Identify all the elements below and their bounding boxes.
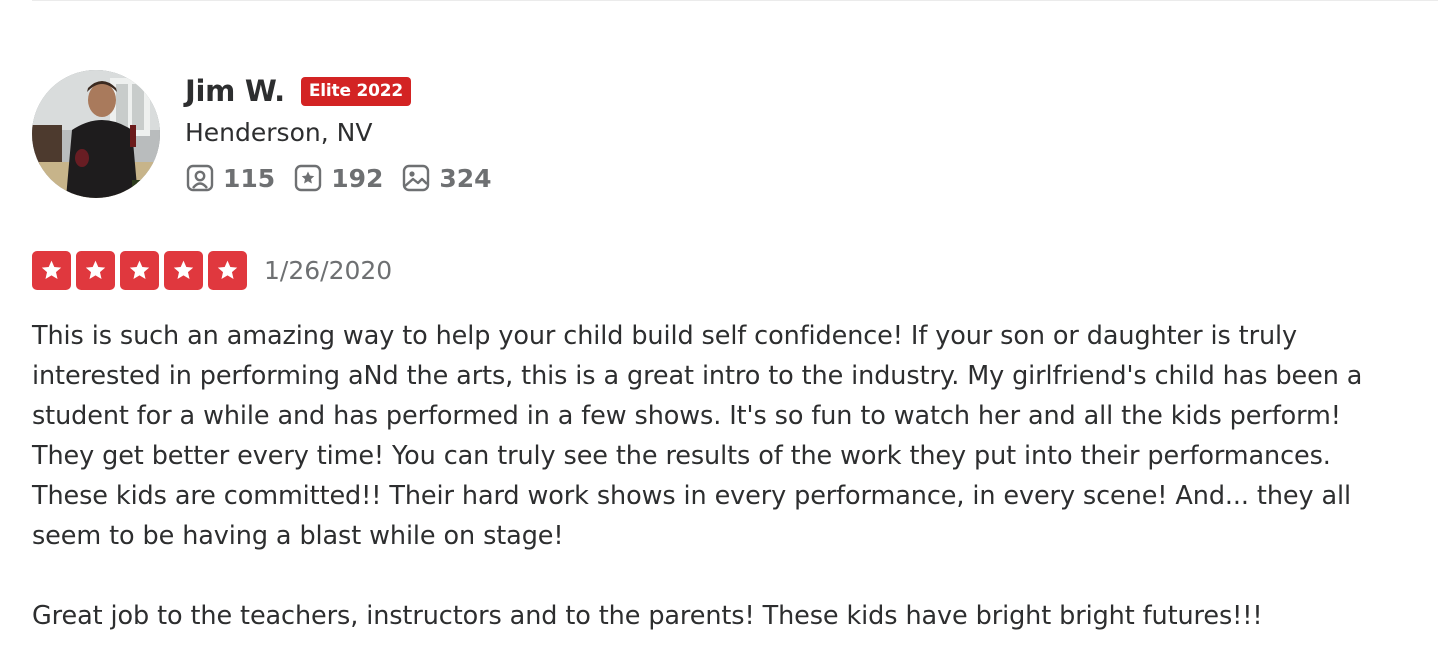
elite-badge[interactable]: Elite 2022	[300, 76, 412, 106]
rating-star-icon	[208, 250, 247, 290]
photos-stat: 324	[401, 163, 492, 193]
name-line: Jim W. Elite 2022	[185, 72, 510, 110]
reviews-stat: 192	[293, 163, 383, 193]
avatar-photo-icon	[32, 70, 160, 198]
review-text: This is such an amazing way to help your…	[32, 321, 1363, 631]
rating-star-icon	[76, 250, 115, 290]
friends-icon	[185, 163, 215, 193]
rating-star-icon	[32, 250, 71, 290]
rating-star-icon	[120, 250, 159, 290]
user-location: Henderson, NV	[185, 118, 373, 147]
rating-row: 1/26/2020	[32, 250, 1372, 290]
user-info: Jim W. Elite 2022 Henderson, NV 115 192 …	[185, 70, 510, 194]
review-date: 1/26/2020	[264, 255, 393, 285]
rating-star-icon	[164, 250, 203, 290]
user-stats: 115 192 324	[185, 162, 510, 194]
photos-count: 324	[439, 163, 492, 193]
user-name-link[interactable]: Jim W.	[185, 74, 285, 108]
photo-icon	[401, 163, 431, 193]
friends-count: 115	[223, 163, 276, 193]
reviews-count: 192	[331, 163, 384, 193]
top-divider	[32, 0, 1438, 1]
review-card: Jim W. Elite 2022 Henderson, NV 115 192 …	[32, 70, 1372, 636]
star-rating	[32, 250, 252, 290]
user-passport: Jim W. Elite 2022 Henderson, NV 115 192 …	[32, 70, 1372, 198]
review-star-icon	[293, 163, 323, 193]
user-avatar[interactable]	[32, 70, 160, 198]
friends-stat: 115	[185, 163, 275, 193]
